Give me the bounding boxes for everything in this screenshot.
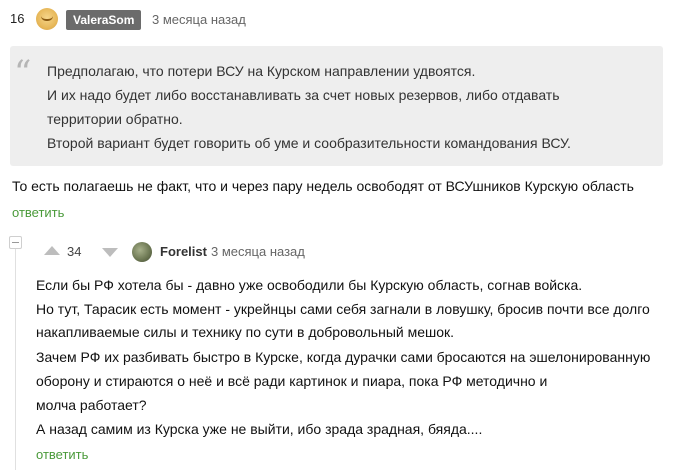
comment-line: Если бы РФ хотела бы - давно уже освобод… (36, 277, 583, 293)
quote-line: Предполагаю, что потери ВСУ на Курском н… (47, 63, 476, 79)
arrow-down-icon[interactable] (102, 248, 118, 257)
reply-link[interactable]: ответить (36, 447, 88, 462)
author-name[interactable]: Forelist (160, 244, 207, 259)
comment-timestamp[interactable]: 3 месяца назад (211, 244, 305, 259)
comment-line: А назад самим из Курска уже не выйти, иб… (36, 421, 483, 437)
comment-line: оборону и стираются о неё и всё ради кар… (36, 373, 548, 389)
reply-link[interactable]: ответить (12, 205, 64, 220)
author-badge[interactable]: ValeraSom (66, 10, 142, 30)
comment-line: молча работает? (36, 397, 147, 413)
comment-line: Зачем РФ их разбивать быстро в Курске, к… (36, 349, 651, 365)
comment-rating: 16 (10, 11, 25, 26)
comment-line: накапливаемые силы и технику по сути в д… (36, 324, 455, 340)
vote-count: 34 (67, 244, 82, 259)
smiley-avatar-icon[interactable] (36, 8, 58, 30)
comment-timestamp[interactable]: 3 месяца назад (152, 12, 246, 27)
quote-line: Второй вариант будет говорить об уме и с… (47, 135, 571, 151)
comment-text: То есть полагаешь не факт, что и через п… (12, 178, 634, 194)
quote-line: территории обратно. (47, 111, 183, 127)
quote-line: И их надо будет либо восстанавливать за … (47, 87, 560, 103)
collapse-thread-icon[interactable] (9, 236, 22, 249)
quote-icon: “ (14, 53, 32, 93)
user-avatar-icon[interactable] (132, 242, 152, 262)
comment-line: Но тут, Тарасик есть момент - укрейнцы с… (36, 301, 650, 317)
arrow-up-icon[interactable] (44, 246, 60, 255)
thread-line[interactable] (15, 249, 16, 470)
